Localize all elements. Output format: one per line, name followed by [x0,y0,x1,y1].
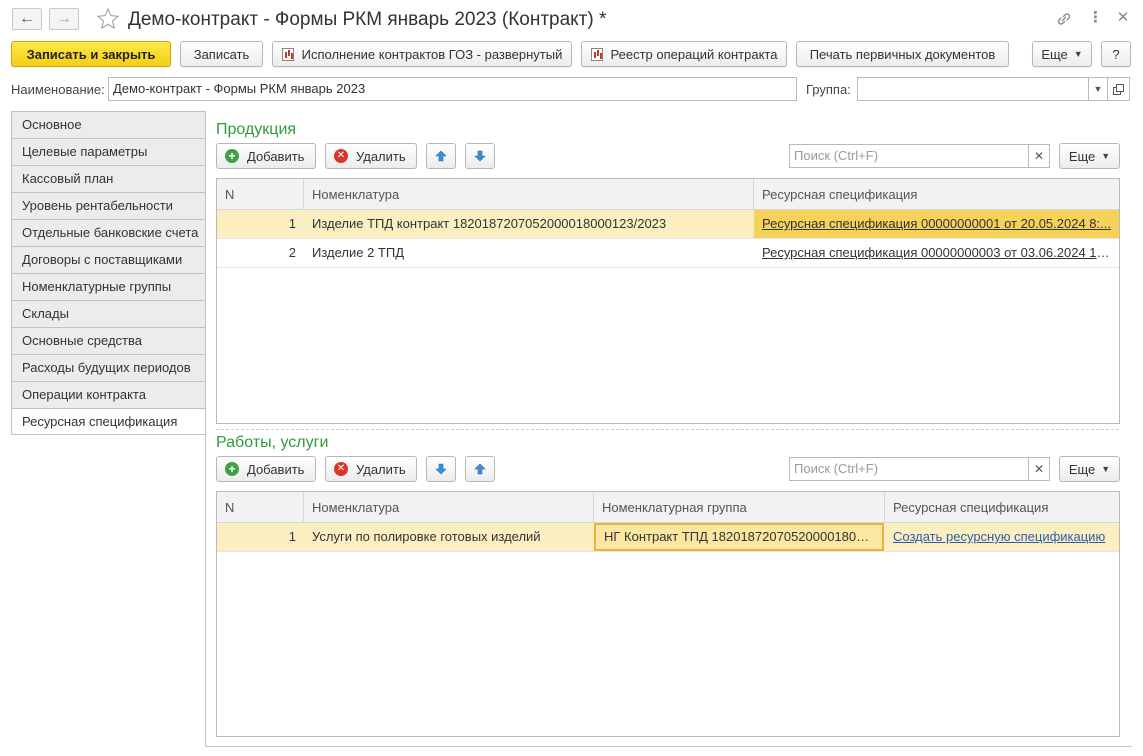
column-header-item-group[interactable]: Номенклатурная группа [594,492,885,523]
close-icon: ✕ [1033,149,1045,163]
services-search-clear-button[interactable]: ✕ [1028,457,1050,481]
favorite-star-icon[interactable] [96,7,120,31]
tab-deferred-expenses[interactable]: Расходы будущих периодов [11,354,206,381]
name-input[interactable]: Демо-контракт - Формы РКМ январь 2023 [108,77,797,101]
report-icon [590,47,603,61]
report-goz-contracts-button[interactable]: Исполнение контрактов ГОЗ - развернутый [272,41,572,67]
column-header-spec[interactable]: Ресурсная спецификация [885,492,1119,523]
tab-supplier-contracts[interactable]: Договоры с поставщиками [11,246,206,273]
services-search-input[interactable]: Поиск (Ctrl+F) [789,457,1029,481]
products-delete-button[interactable]: ✕ Удалить [325,143,417,169]
arrow-left-icon: ← [19,10,35,27]
plus-icon: + [225,149,239,163]
group-input[interactable] [857,77,1089,101]
print-documents-button[interactable]: Печать первичных документов [796,41,1009,67]
row-number: 1 [288,529,296,544]
row-item-group[interactable]: НГ Контракт ТПД 1820187207052000018000..… [594,523,884,551]
save-and-close-button[interactable]: Записать и закрыть [11,41,171,67]
row-number: 2 [288,245,296,260]
section-splitter[interactable] [216,429,1119,430]
delete-icon: ✕ [334,462,348,476]
caret-down-icon: ▼ [1073,49,1083,59]
services-table: N Номенклатура Номенклатурная группа Рес… [216,491,1120,737]
row-spec-link[interactable]: Ресурсная спецификация 00000000001 от 20… [754,210,1119,238]
open-form-icon [1113,83,1124,95]
row-spec-link[interactable]: Ресурсная спецификация 00000000003 от 03… [754,239,1119,267]
help-button[interactable]: ? [1101,41,1131,67]
link-icon[interactable] [1055,10,1073,28]
services-title: Работы, услуги [216,434,329,451]
tab-basic[interactable]: Основное [11,111,206,138]
products-title: Продукция [216,121,297,138]
save-button[interactable]: Записать [180,41,263,67]
products-move-down-button[interactable] [465,143,495,169]
report-contract-operations-button[interactable]: Реестр операций контракта [581,41,787,67]
table-header: N Номенклатура Ресурсная спецификация [217,179,1119,210]
name-label: Наименование: [11,82,105,97]
column-header-item[interactable]: Номенклатура [304,179,754,210]
products-search-input[interactable]: Поиск (Ctrl+F) [789,144,1029,168]
table-row[interactable]: 1 Изделие ТПД контракт 18201872070520000… [217,210,1119,239]
content-frame-border [205,111,206,747]
services-move-up-button[interactable] [465,456,495,482]
caret-down-icon: ▼ [1093,84,1103,94]
group-open-button[interactable] [1108,77,1130,101]
caret-down-icon: ▼ [1101,464,1111,474]
column-header-n[interactable]: N [217,179,304,210]
column-header-item[interactable]: Номенклатура [304,492,594,523]
more-button[interactable]: Еще ▼ [1032,41,1092,67]
create-spec-link[interactable]: Создать ресурсную спецификацию [885,523,1119,551]
table-row[interactable]: 1 Услуги по полировке готовых изделий НГ… [217,523,1119,552]
close-icon[interactable]: ✕ [1114,9,1132,27]
group-label: Группа: [806,82,851,97]
more-vertical-icon[interactable]: ⋮ [1086,9,1104,27]
tab-resource-spec[interactable]: Ресурсная спецификация [11,408,206,435]
plus-icon: + [225,462,239,476]
services-delete-button[interactable]: ✕ Удалить [325,456,417,482]
products-move-up-button[interactable] [426,143,456,169]
arrow-up-icon [474,463,486,475]
tab-contract-operations[interactable]: Операции контракта [11,381,206,408]
tab-warehouses[interactable]: Склады [11,300,206,327]
content-frame-border [205,746,1132,747]
back-button[interactable]: ← [12,8,42,30]
tab-cash-plan[interactable]: Кассовый план [11,165,206,192]
services-move-down-button[interactable] [426,456,456,482]
table-row[interactable]: 2 Изделие 2 ТПД Ресурсная спецификация 0… [217,239,1119,268]
arrow-down-icon [474,150,486,162]
products-search-clear-button[interactable]: ✕ [1028,144,1050,168]
group-dropdown-button[interactable]: ▼ [1088,77,1108,101]
row-number: 1 [288,216,296,231]
report-icon [281,47,294,61]
window-title: Демо-контракт - Формы РКМ январь 2023 (К… [128,9,607,30]
arrow-up-icon [435,150,447,162]
column-header-spec[interactable]: Ресурсная спецификация [754,179,1119,210]
tab-item-groups[interactable]: Номенклатурные группы [11,273,206,300]
delete-icon: ✕ [334,149,348,163]
tab-target-params[interactable]: Целевые параметры [11,138,206,165]
products-add-button[interactable]: + Добавить [216,143,316,169]
arrow-down-icon [435,463,447,475]
row-item: Услуги по полировке готовых изделий [312,529,541,544]
column-header-n[interactable]: N [217,492,304,523]
side-tabs: Основное Целевые параметры Кассовый план… [11,111,206,435]
services-add-button[interactable]: + Добавить [216,456,316,482]
tab-bank-accounts[interactable]: Отдельные банковские счета [11,219,206,246]
table-header: N Номенклатура Номенклатурная группа Рес… [217,492,1119,523]
forward-button[interactable]: → [49,8,79,30]
row-item: Изделие 2 ТПД [312,245,405,260]
tab-profitability[interactable]: Уровень рентабельности [11,192,206,219]
caret-down-icon: ▼ [1101,151,1111,161]
products-table: N Номенклатура Ресурсная спецификация 1 … [216,178,1120,424]
close-icon: ✕ [1033,462,1045,476]
services-more-button[interactable]: Еще ▼ [1059,456,1120,482]
row-item: Изделие ТПД контракт 1820187207052000018… [312,216,667,231]
arrow-right-icon: → [56,10,72,27]
products-more-button[interactable]: Еще ▼ [1059,143,1120,169]
tab-fixed-assets[interactable]: Основные средства [11,327,206,354]
